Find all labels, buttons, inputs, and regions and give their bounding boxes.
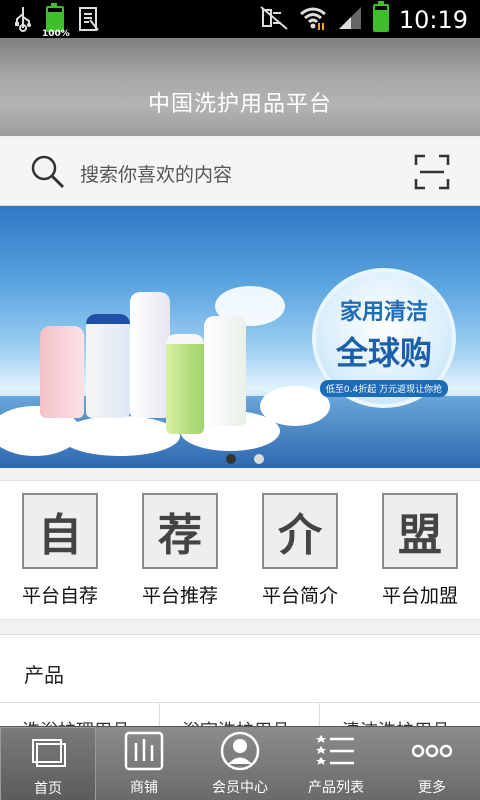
product-bottle-pink — [40, 326, 84, 418]
battery-icon — [372, 1, 389, 36]
product-bottle-purple — [130, 292, 170, 418]
bottom-tab-bar: 首页 商铺 会员中心 产品列表 更多 — [0, 726, 480, 800]
quick-nav-join[interactable]: 盟 平台加盟 — [360, 493, 480, 608]
wifi-icon — [299, 5, 327, 35]
search-icon[interactable] — [30, 154, 66, 190]
tab-member-center[interactable]: 会员中心 — [192, 727, 288, 800]
product-bottle-green — [166, 334, 204, 434]
status-time: 10:19 — [398, 6, 468, 34]
mute-icon — [259, 5, 289, 35]
status-bar: 100% 10:19 — [0, 0, 480, 39]
battery-small-icon: 100% — [42, 3, 70, 39]
quick-nav-label: 平台加盟 — [381, 585, 458, 607]
quick-nav-intro[interactable]: 介 平台简介 — [240, 493, 360, 608]
promo-banner[interactable]: 家用清洁 全球购 低至0.4折起 万元返现让你抢 — [0, 206, 480, 468]
scan-icon[interactable] — [414, 154, 450, 190]
tab-home[interactable]: 首页 — [0, 727, 96, 800]
quick-nav-label: 平台自荐 — [21, 585, 98, 607]
title-bar: 中国洗护用品平台 — [0, 38, 480, 136]
shop-icon — [124, 731, 164, 771]
products-heading: 产品 — [24, 663, 64, 687]
self-recommend-icon[interactable]: 自 — [22, 493, 98, 569]
product-bottle-white — [204, 316, 246, 426]
product-bottle-blue — [86, 314, 130, 418]
tab-label: 产品列表 — [308, 780, 364, 796]
tab-label: 商铺 — [130, 780, 158, 796]
page-title: 中国洗护用品平台 — [147, 92, 332, 117]
intro-icon[interactable]: 介 — [262, 493, 338, 569]
quick-nav-label: 平台简介 — [261, 585, 338, 607]
home-icon — [29, 732, 69, 772]
tab-shop[interactable]: 商铺 — [96, 727, 192, 800]
tab-label: 首页 — [34, 781, 62, 797]
quick-nav-self[interactable]: 自 平台自荐 — [0, 493, 120, 608]
search-bar[interactable]: 搜索你喜欢的内容 — [0, 138, 480, 206]
quick-nav-recommend[interactable]: 荐 平台推荐 — [120, 493, 240, 608]
member-icon — [220, 731, 260, 771]
carousel-dot-2[interactable] — [254, 454, 264, 464]
cloud-decoration — [60, 416, 180, 456]
signal-icon — [337, 5, 363, 35]
search-input[interactable]: 搜索你喜欢的内容 — [80, 160, 232, 187]
quick-nav-label: 平台推荐 — [141, 585, 218, 607]
tab-label: 更多 — [418, 780, 446, 796]
banner-tagline: 低至0.4折起 万元返现让你抢 — [320, 380, 448, 397]
carousel-dots[interactable] — [226, 454, 264, 464]
join-icon[interactable]: 盟 — [382, 493, 458, 569]
document-icon — [78, 6, 100, 36]
more-icon — [411, 731, 453, 771]
tab-label: 会员中心 — [212, 780, 268, 796]
banner-headline-1: 家用清洁 — [339, 300, 428, 325]
cloud-decoration — [260, 386, 330, 426]
tab-product-list[interactable]: 产品列表 — [288, 727, 384, 800]
tab-more[interactable]: 更多 — [384, 727, 480, 800]
usb-icon — [14, 6, 32, 36]
recommend-icon[interactable]: 荐 — [142, 493, 218, 569]
list-icon — [316, 731, 356, 771]
promo-badge: 家用清洁 全球购 低至0.4折起 万元返现让你抢 — [312, 268, 456, 408]
carousel-dot-1[interactable] — [226, 454, 236, 464]
quick-nav: 自 平台自荐 荐 平台推荐 介 平台简介 盟 平台加盟 — [0, 480, 480, 620]
products-section: 产品 洗浴护理用品 浴室洗护用品 清洁洗护用品 — [0, 634, 480, 743]
banner-headline-2: 全球购 — [335, 334, 432, 372]
